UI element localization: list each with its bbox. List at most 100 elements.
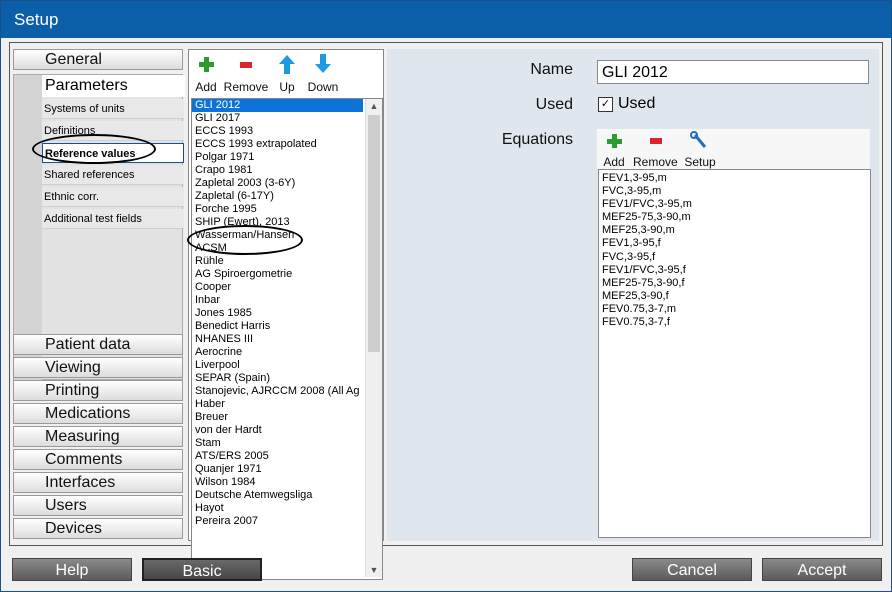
equation-list-item[interactable]: MEF25,3-90,f xyxy=(599,290,870,303)
nav-medications[interactable]: Medications xyxy=(13,403,183,424)
cancel-button[interactable]: Cancel xyxy=(632,558,752,581)
reference-list-item[interactable]: SEPAR (Spain) xyxy=(192,372,363,385)
reference-list-item[interactable]: Quanjer 1971 xyxy=(192,463,363,476)
reference-list-item[interactable]: ACSM xyxy=(192,242,363,255)
reference-list-item[interactable]: AG Spiroergometrie xyxy=(192,268,363,281)
reference-list-item[interactable]: Cooper xyxy=(192,281,363,294)
plus-icon xyxy=(199,57,214,72)
reference-list-item[interactable]: ATS/ERS 2005 xyxy=(192,450,363,463)
move-down-button[interactable]: Down xyxy=(305,52,341,94)
nav-shared-references[interactable]: Shared references xyxy=(42,165,184,185)
reference-list-item[interactable]: Hayot xyxy=(192,502,363,515)
reference-list-item[interactable]: von der Hardt xyxy=(192,424,363,437)
reference-list-item[interactable]: Zapletal (6-17Y) xyxy=(192,190,363,203)
wrench-icon xyxy=(690,131,707,148)
remove-equation-button[interactable]: Remove xyxy=(633,131,678,169)
setup-window: Setup General Parameters Systems of unit… xyxy=(0,0,892,592)
reference-list-item[interactable]: Forche 1995 xyxy=(192,203,363,216)
eq-add-label: Add xyxy=(603,155,625,169)
reference-list-item[interactable]: GLI 2012 xyxy=(192,99,363,112)
scroll-thumb[interactable] xyxy=(368,115,380,352)
reference-list-item[interactable]: Breuer xyxy=(192,411,363,424)
settings-nav: General Parameters Systems of units Defi… xyxy=(13,49,185,541)
equation-list-item[interactable]: FEV0.75,3-7,m xyxy=(599,303,870,316)
nav-reference-values[interactable]: Reference values xyxy=(42,143,184,163)
plus-icon xyxy=(607,134,622,148)
equation-list-item[interactable]: FVC,3-95,m xyxy=(599,185,870,198)
equation-list-item[interactable]: FEV1,3-95,f xyxy=(599,237,870,250)
scroll-up-arrow-icon[interactable]: ▲ xyxy=(366,99,382,113)
equation-list-item[interactable]: FEV0.75,3-7,f xyxy=(599,316,870,329)
nav-additional-test-fields[interactable]: Additional test fields xyxy=(42,209,184,229)
nav-systems-of-units[interactable]: Systems of units xyxy=(42,99,184,119)
equations-list-items: FEV1,3-95,m FVC,3-95,m FEV1/FVC,3-95,m MEF2… xyxy=(599,170,870,329)
equation-list-item[interactable]: FEV1/FVC,3-95,m xyxy=(599,198,870,211)
nav-measuring[interactable]: Measuring xyxy=(13,426,183,447)
nav-general[interactable]: General xyxy=(13,49,183,70)
remove-reference-button[interactable]: Remove xyxy=(222,52,270,94)
reference-list-item[interactable]: Zapletal 2003 (3-6Y) xyxy=(192,177,363,190)
reference-list-item[interactable]: NHANES III xyxy=(192,333,363,346)
accept-button[interactable]: Accept xyxy=(762,558,882,581)
arrow-up-icon xyxy=(279,55,295,74)
nav-definitions[interactable]: Definitions xyxy=(42,121,184,141)
reference-list-item[interactable]: Pereira 2007 xyxy=(192,515,363,528)
reference-list-item[interactable]: Polgar 1971 xyxy=(192,151,363,164)
nav-users[interactable]: Users xyxy=(13,495,183,516)
reference-list-item[interactable]: Stam xyxy=(192,437,363,450)
nav-printing[interactable]: Printing xyxy=(13,380,183,401)
move-up-button[interactable]: Up xyxy=(275,52,299,94)
reference-list-item[interactable]: Liverpool xyxy=(192,359,363,372)
name-field[interactable]: GLI 2012 xyxy=(597,60,869,84)
nav-comments[interactable]: Comments xyxy=(13,449,183,470)
equation-list-item[interactable]: MEF25-75,3-90,f xyxy=(599,277,870,290)
reference-list-item[interactable]: Rühle xyxy=(192,255,363,268)
basic-button[interactable]: Basic xyxy=(142,558,262,581)
reference-list-item[interactable]: GLI 2017 xyxy=(192,112,363,125)
equation-list-item[interactable]: FVC,3-95,f xyxy=(599,251,870,264)
add-label: Add xyxy=(195,80,217,94)
reference-list-item[interactable]: Wilson 1984 xyxy=(192,476,363,489)
reference-list-scrollbar[interactable]: ▲ ▼ xyxy=(365,99,382,577)
nav-patient-data[interactable]: Patient data xyxy=(13,334,183,355)
reference-list-item[interactable]: Haber xyxy=(192,398,363,411)
reference-list-item[interactable]: Jones 1985 xyxy=(192,307,363,320)
equation-list-item[interactable]: MEF25-75,3-90,m xyxy=(599,211,870,224)
reference-list-item[interactable]: SHIP (Ewert), 2013 xyxy=(192,216,363,229)
nav-parameters[interactable]: Parameters xyxy=(42,75,185,97)
nav-devices[interactable]: Devices xyxy=(13,518,183,539)
equation-list-item[interactable]: FEV1,3-95,m xyxy=(599,172,870,185)
reference-list-item[interactable]: Aerocrine xyxy=(192,346,363,359)
add-equation-button[interactable]: Add xyxy=(599,131,629,169)
reference-list-item[interactable]: Crapo 1981 xyxy=(192,164,363,177)
eq-remove-label: Remove xyxy=(633,155,678,169)
used-checkbox-label[interactable]: Used xyxy=(618,95,655,113)
reference-list[interactable]: GLI 2012 GLI 2017 ECCS 1993 ECCS 1993 extra… xyxy=(191,98,383,580)
nav-ethnic-corr[interactable]: Ethnic corr. xyxy=(42,187,184,207)
nav-interfaces[interactable]: Interfaces xyxy=(13,472,183,493)
reference-list-item[interactable]: Stanojevic, AJRCCM 2008 (All Ag xyxy=(192,385,363,398)
help-button[interactable]: Help xyxy=(12,558,132,581)
add-reference-button[interactable]: Add xyxy=(192,52,220,94)
eq-setup-label: Setup xyxy=(684,155,716,169)
remove-icon xyxy=(240,62,252,68)
equation-list-item[interactable]: MEF25,3-90,m xyxy=(599,224,870,237)
nav-viewing[interactable]: Viewing xyxy=(13,357,183,378)
reference-list-panel: Add Remove Up Down GLI 2012 GLI 2017 ECCS … xyxy=(188,49,384,580)
reference-list-item[interactable]: Deutsche Atemwegsliga xyxy=(192,489,363,502)
reference-list-item[interactable]: Inbar xyxy=(192,294,363,307)
reference-list-item[interactable]: ECCS 1993 xyxy=(192,125,363,138)
up-label: Up xyxy=(279,80,295,94)
used-checkbox[interactable]: ✓ xyxy=(598,97,613,112)
window-title: Setup xyxy=(14,10,59,29)
setup-equation-button[interactable]: Setup xyxy=(683,131,717,169)
reference-detail-panel: Name GLI 2012 Used ✓ Used Equations Add … xyxy=(387,49,879,541)
equations-list[interactable]: FEV1,3-95,m FVC,3-95,m FEV1/FVC,3-95,m MEF2… xyxy=(598,169,871,538)
reference-list-item[interactable]: ECCS 1993 extrapolated xyxy=(192,138,363,151)
remove-icon xyxy=(650,138,662,144)
remove-label: Remove xyxy=(223,80,269,94)
reference-list-item[interactable]: Benedict Harris xyxy=(192,320,363,333)
reference-list-item[interactable]: Wasserman/Hansen xyxy=(192,229,363,242)
scroll-down-arrow-icon[interactable]: ▼ xyxy=(366,563,382,577)
equation-list-item[interactable]: FEV1/FVC,3-95,f xyxy=(599,264,870,277)
